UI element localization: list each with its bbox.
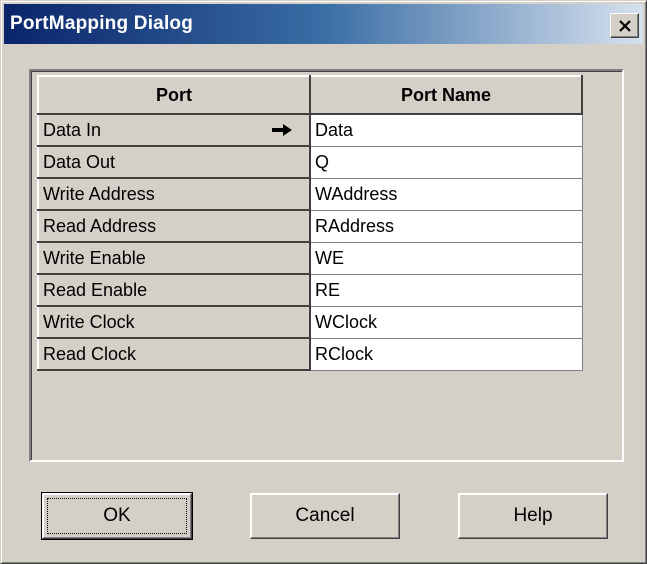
port-label: Data In — [43, 119, 102, 140]
column-header-port[interactable]: Port — [37, 75, 311, 115]
close-x-icon — [618, 19, 631, 32]
table-row[interactable]: Data Out Q — [37, 145, 583, 179]
port-name-cell[interactable]: RClock — [310, 338, 583, 371]
port-name-cell[interactable]: RAddress — [310, 210, 583, 243]
port-name-cell[interactable]: RE — [310, 274, 583, 307]
portmapping-dialog: PortMapping Dialog Port Port Name Data I… — [0, 0, 647, 564]
table-row[interactable]: Write Enable WE — [37, 241, 583, 275]
port-mapping-grid[interactable]: Port Port Name Data In Data Data Out Q W… — [29, 69, 624, 462]
table-row[interactable]: Read Clock RClock — [37, 337, 583, 371]
port-cell[interactable]: Read Address — [37, 209, 311, 243]
port-name-cell[interactable]: WE — [310, 242, 583, 275]
cancel-button[interactable]: Cancel — [250, 493, 400, 539]
port-name-cell[interactable]: Data — [310, 114, 583, 147]
table-row[interactable]: Data In Data — [37, 113, 583, 147]
window-title: PortMapping Dialog — [10, 13, 194, 34]
port-cell[interactable]: Write Clock — [37, 305, 311, 339]
port-table: Port Port Name Data In Data Data Out Q W… — [37, 75, 583, 371]
help-button[interactable]: Help — [458, 493, 608, 539]
help-button-label: Help — [513, 505, 553, 526]
column-header-port-name[interactable]: Port Name — [309, 75, 583, 115]
port-cell[interactable]: Data In — [37, 113, 311, 147]
port-name-cell[interactable]: WClock — [310, 306, 583, 339]
right-arrow-icon — [272, 124, 292, 136]
port-cell[interactable]: Write Address — [37, 177, 311, 211]
ok-button[interactable]: OK — [41, 492, 193, 540]
close-button[interactable] — [610, 13, 639, 38]
header-row: Port Port Name — [37, 75, 583, 115]
port-cell[interactable]: Data Out — [37, 145, 311, 179]
title-bar[interactable]: PortMapping Dialog — [4, 4, 643, 44]
port-cell[interactable]: Read Enable — [37, 273, 311, 307]
port-cell[interactable]: Write Enable — [37, 241, 311, 275]
cancel-button-label: Cancel — [295, 505, 355, 526]
port-name-cell[interactable]: WAddress — [310, 178, 583, 211]
table-row[interactable]: Write Address WAddress — [37, 177, 583, 211]
table-row[interactable]: Write Clock WClock — [37, 305, 583, 339]
table-row[interactable]: Read Enable RE — [37, 273, 583, 307]
port-cell[interactable]: Read Clock — [37, 337, 311, 371]
table-row[interactable]: Read Address RAddress — [37, 209, 583, 243]
port-name-cell[interactable]: Q — [310, 146, 583, 179]
ok-button-label: OK — [103, 505, 131, 526]
